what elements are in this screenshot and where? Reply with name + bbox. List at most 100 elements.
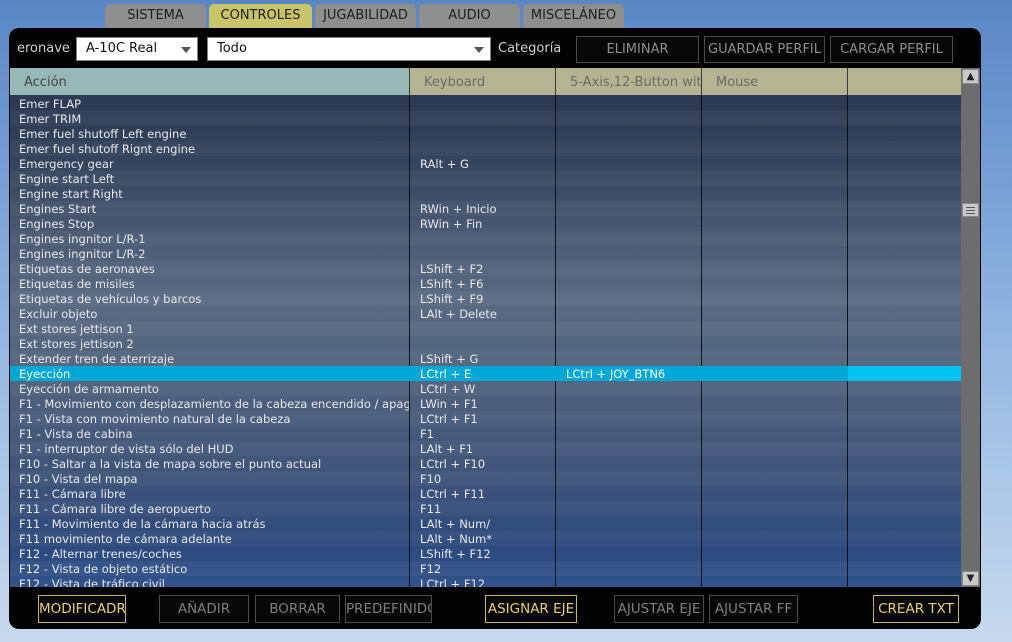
joystick-binding-cell[interactable] bbox=[566, 427, 701, 441]
joystick-binding-cell[interactable] bbox=[566, 142, 701, 156]
mouse-binding-cell[interactable] bbox=[712, 412, 847, 426]
mouse-binding-cell[interactable] bbox=[712, 337, 847, 351]
table-row[interactable]: F12 - Vista de tráfico civil LCtrl + F12 bbox=[10, 576, 961, 587]
table-row[interactable]: F10 - Vista del mapa F10 bbox=[10, 471, 961, 486]
joystick-binding-cell[interactable] bbox=[566, 292, 701, 306]
keyboard-binding-cell[interactable]: RWin + Inicio bbox=[420, 202, 555, 216]
table-row[interactable]: Emer fuel shutoff Rignt engine bbox=[10, 141, 961, 156]
joystick-binding-cell[interactable] bbox=[566, 457, 701, 471]
mouse-binding-cell[interactable] bbox=[712, 277, 847, 291]
action-cell[interactable]: Emer FLAP bbox=[19, 97, 409, 111]
joystick-binding-cell[interactable] bbox=[566, 397, 701, 411]
column-header-joystick[interactable]: 5-Axis,12-Button with bbox=[556, 68, 702, 95]
eliminar-button[interactable]: ELIMINAR bbox=[576, 36, 699, 63]
extra-binding-cell[interactable] bbox=[848, 291, 961, 306]
table-row[interactable]: Emer TRIM bbox=[10, 111, 961, 126]
action-cell[interactable]: Emergency gear bbox=[19, 157, 409, 171]
mouse-binding-cell[interactable] bbox=[712, 292, 847, 306]
tab-miscelaneo[interactable]: MISCELÁNEO bbox=[523, 4, 624, 28]
ajustar-ff-button[interactable]: AJUSTAR FF bbox=[709, 595, 798, 623]
crear-txt-button[interactable]: CREAR TXT bbox=[873, 595, 959, 623]
extra-binding-cell[interactable] bbox=[848, 171, 961, 186]
ajustar-eje-button[interactable]: AJUSTAR EJE bbox=[614, 595, 704, 623]
extra-binding-cell[interactable] bbox=[848, 306, 961, 321]
keyboard-binding-cell[interactable]: LAlt + Num* bbox=[420, 532, 555, 546]
category-filter-select[interactable]: Todo bbox=[207, 37, 491, 61]
action-cell[interactable]: Etiquetas de vehículos y barcos bbox=[19, 292, 409, 306]
keyboard-binding-cell[interactable]: F11 bbox=[420, 502, 555, 516]
extra-binding-cell[interactable] bbox=[848, 276, 961, 291]
mouse-binding-cell[interactable] bbox=[712, 307, 847, 321]
table-row[interactable]: F1 - Vista con movimiento natural de la … bbox=[10, 411, 961, 426]
action-cell[interactable]: F12 - Alternar trenes/coches bbox=[19, 547, 409, 561]
keyboard-binding-cell[interactable]: F10 bbox=[420, 472, 555, 486]
keyboard-binding-cell[interactable]: LCtrl + W bbox=[420, 382, 555, 396]
action-cell[interactable]: F10 - Saltar a la vista de mapa sobre el… bbox=[19, 457, 409, 471]
joystick-binding-cell[interactable] bbox=[566, 412, 701, 426]
action-cell[interactable]: Engines Stop bbox=[19, 217, 409, 231]
table-row[interactable]: Etiquetas de aeronaves LShift + F2 bbox=[10, 261, 961, 276]
mouse-binding-cell[interactable] bbox=[712, 172, 847, 186]
extra-binding-cell[interactable] bbox=[848, 336, 961, 351]
extra-binding-cell[interactable] bbox=[848, 96, 961, 111]
asignar-eje-button[interactable]: ASIGNAR EJE bbox=[485, 595, 577, 623]
table-row[interactable]: Engines ingnitor L/R-1 bbox=[10, 231, 961, 246]
scroll-down-icon[interactable]: ▼ bbox=[962, 571, 979, 586]
scroll-thumb[interactable] bbox=[962, 203, 979, 217]
action-cell[interactable]: F1 - Vista con movimiento natural de la … bbox=[19, 412, 409, 426]
keyboard-binding-cell[interactable] bbox=[420, 322, 555, 336]
mouse-binding-cell[interactable] bbox=[712, 472, 847, 486]
keyboard-binding-cell[interactable]: LCtrl + F11 bbox=[420, 487, 555, 501]
action-cell[interactable]: F11 - Movimiento de la cámara hacia atrá… bbox=[19, 517, 409, 531]
action-cell[interactable]: F12 - Vista de tráfico civil bbox=[19, 577, 409, 587]
mouse-binding-cell[interactable] bbox=[712, 547, 847, 561]
mouse-binding-cell[interactable] bbox=[712, 157, 847, 171]
action-cell[interactable]: Extender tren de aterrizaje bbox=[19, 352, 409, 366]
extra-binding-cell[interactable] bbox=[848, 186, 961, 201]
action-cell[interactable]: Emer fuel shutoff Rignt engine bbox=[19, 142, 409, 156]
mouse-binding-cell[interactable] bbox=[712, 127, 847, 141]
joystick-binding-cell[interactable] bbox=[566, 112, 701, 126]
table-row[interactable]: Engine start Left bbox=[10, 171, 961, 186]
aircraft-select[interactable]: A-10C Real bbox=[76, 37, 198, 61]
action-cell[interactable]: Engines Start bbox=[19, 202, 409, 216]
column-header-extra[interactable] bbox=[848, 68, 961, 95]
joystick-binding-cell[interactable] bbox=[566, 322, 701, 336]
joystick-binding-cell[interactable] bbox=[566, 352, 701, 366]
keyboard-binding-cell[interactable] bbox=[420, 97, 555, 111]
extra-binding-cell[interactable] bbox=[848, 366, 961, 381]
table-row[interactable]: Excluir objeto LAlt + Delete bbox=[10, 306, 961, 321]
table-row[interactable]: F12 - Alternar trenes/coches LShift + F12 bbox=[10, 546, 961, 561]
action-cell[interactable]: Excluir objeto bbox=[19, 307, 409, 321]
table-row[interactable]: Emergency gear RAlt + G bbox=[10, 156, 961, 171]
extra-binding-cell[interactable] bbox=[848, 246, 961, 261]
joystick-binding-cell[interactable] bbox=[566, 262, 701, 276]
tab-jugabilidad[interactable]: JUGABILIDAD bbox=[315, 4, 416, 28]
joystick-binding-cell[interactable] bbox=[566, 157, 701, 171]
action-cell[interactable]: Eyección bbox=[19, 367, 409, 381]
keyboard-binding-cell[interactable]: LCtrl + F10 bbox=[420, 457, 555, 471]
joystick-binding-cell[interactable] bbox=[566, 547, 701, 561]
joystick-binding-cell[interactable] bbox=[566, 97, 701, 111]
action-cell[interactable]: F1 - Movimiento con desplazamiento de la… bbox=[19, 397, 409, 411]
keyboard-binding-cell[interactable]: LCtrl + F12 bbox=[420, 577, 555, 587]
table-row[interactable]: Ext stores jettison 2 bbox=[10, 336, 961, 351]
keyboard-binding-cell[interactable] bbox=[420, 247, 555, 261]
table-row[interactable]: Engines Start RWin + Inicio bbox=[10, 201, 961, 216]
mouse-binding-cell[interactable] bbox=[712, 367, 847, 381]
mouse-binding-cell[interactable] bbox=[712, 457, 847, 471]
table-row[interactable]: F11 - Cámara libre de aeropuerto F11 bbox=[10, 501, 961, 516]
extra-binding-cell[interactable] bbox=[848, 351, 961, 366]
column-header-mouse[interactable]: Mouse bbox=[702, 68, 848, 95]
action-cell[interactable]: Eyección de armamento bbox=[19, 382, 409, 396]
table-row[interactable]: Engines ingnitor L/R-2 bbox=[10, 246, 961, 261]
keyboard-binding-cell[interactable] bbox=[420, 187, 555, 201]
mouse-binding-cell[interactable] bbox=[712, 442, 847, 456]
table-row[interactable]: F12 - Vista de objeto estático F12 bbox=[10, 561, 961, 576]
keyboard-binding-cell[interactable]: LAlt + F1 bbox=[420, 442, 555, 456]
table-row[interactable]: Engines Stop RWin + Fin bbox=[10, 216, 961, 231]
action-cell[interactable]: F1 - interruptor de vista sólo del HUD bbox=[19, 442, 409, 456]
column-header-accion[interactable]: Acción bbox=[10, 68, 410, 95]
keyboard-binding-cell[interactable]: LShift + F12 bbox=[420, 547, 555, 561]
joystick-binding-cell[interactable] bbox=[566, 562, 701, 576]
